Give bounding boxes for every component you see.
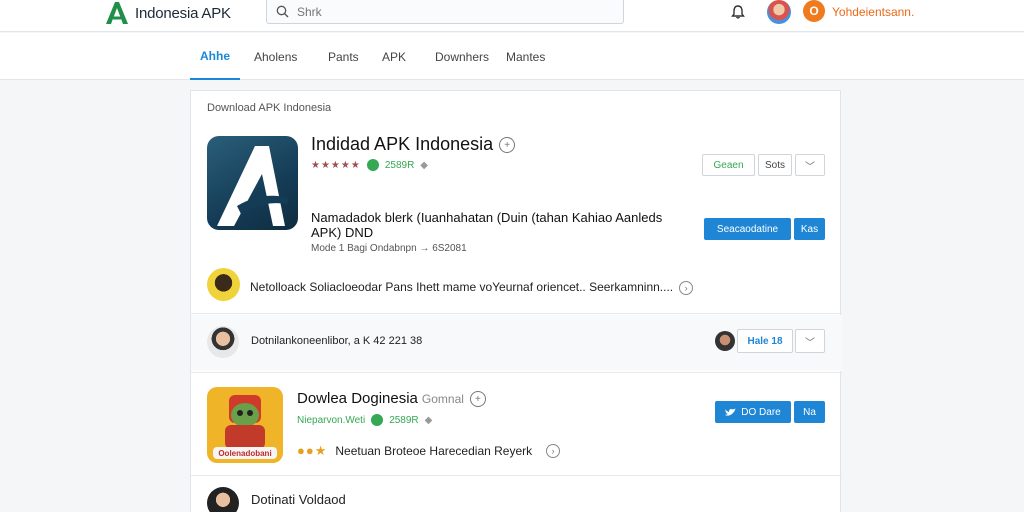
app2-meta: Nieparvon.Weti 2589R ◆ [297,414,433,426]
divider [191,475,842,476]
app-subdescription: Mode 1 Bagi Ondabnpn → 6S2081 [311,243,467,254]
search-box[interactable] [266,0,624,24]
search-input[interactable] [297,4,597,19]
heart-icon[interactable]: ◆ [420,160,428,171]
app-description: Namadadok blerk (Iuanhahatan (Duin (taha… [311,210,663,240]
tweet-button[interactable]: DO Dare [715,401,791,423]
tab-downloads[interactable]: Downhers [435,33,489,80]
like-avatar [715,331,735,351]
app-title: Indidad APK Indonesia + [311,134,516,155]
tab-mantes[interactable]: Mantes [506,33,545,80]
like-button[interactable]: Hale 18 [737,329,793,353]
rating-stars: ★★★★★ [311,159,361,171]
info-icon[interactable]: + [469,391,486,408]
tab-apk[interactable]: APK [382,33,406,80]
app-logo-a-icon [217,146,289,226]
tab-aholens[interactable]: Aholens [254,33,297,80]
more-dropdown[interactable]: ﹀ [795,154,825,176]
user-avatar[interactable] [767,0,791,24]
app-icon-caption: Oolenadobani [218,449,272,458]
user-avatar-3[interactable] [207,487,239,512]
info-icon[interactable]: + [499,137,516,154]
app-icon-2[interactable]: Oolenadobani [207,387,283,463]
chevron-down-icon: ﹀ [805,161,815,173]
bird-icon [725,408,736,416]
top-header: Indonesia APK O Yohdeientsann. [0,0,1024,32]
rating-icons: ●●★ [297,443,328,458]
download-button[interactable]: Seacaodatine [704,218,791,240]
brand-name: Indonesia APK [135,4,231,22]
sort-button[interactable]: Sots [758,154,792,176]
main-nav: Ahhe Aholens Pants APK Downhers Mantes [0,33,1024,80]
logo-a-icon [106,2,128,24]
review-row: Netolloack Soliacloeodar Pans Ihett mame… [250,280,694,295]
tab-pants[interactable]: Pants [328,33,359,80]
app2-description: ●●★ Neetuan Broteoe Harecedian Reyerk › [297,443,561,459]
secondary-button[interactable]: Kas [794,218,825,240]
breadcrumb[interactable]: Download APK Indonesia [207,102,331,114]
divider [191,313,842,314]
commenter-avatar[interactable] [207,326,239,358]
download-count: 2589R [384,159,415,171]
tab-home[interactable]: Ahhe [190,33,240,80]
comment-dropdown[interactable]: ﹀ [795,329,825,353]
divider [191,372,842,373]
brand-logo[interactable]: Indonesia APK [103,0,231,26]
verified-icon [371,414,384,426]
user-avatar[interactable] [207,268,240,301]
notification-badge[interactable]: O [803,0,825,22]
username-link[interactable]: Yohdeientsann. [832,5,914,19]
post-title: Dotinati Voldaod [251,492,346,507]
heart-icon[interactable]: ◆ [425,415,433,426]
app-meta: ★★★★★ 2589R ◆ [311,159,428,171]
bell-icon[interactable] [730,4,746,20]
content-card: Download APK Indonesia Indidad APK Indon… [190,90,842,512]
expand-icon[interactable]: › [679,280,694,295]
secondary-button-2[interactable]: Na [794,401,825,423]
expand-icon[interactable]: › [546,444,561,458]
app2-title: Dowlea Doginesia Gomnal + [297,390,486,408]
chevron-down-icon: ﹀ [805,337,815,349]
app-icon[interactable] [207,136,298,230]
install-button[interactable]: Geaen [702,154,755,176]
comment-text: Dotnilankoneenlibor, a K 42 221 38 [251,335,423,347]
verified-icon [366,159,379,171]
search-icon [276,5,289,18]
